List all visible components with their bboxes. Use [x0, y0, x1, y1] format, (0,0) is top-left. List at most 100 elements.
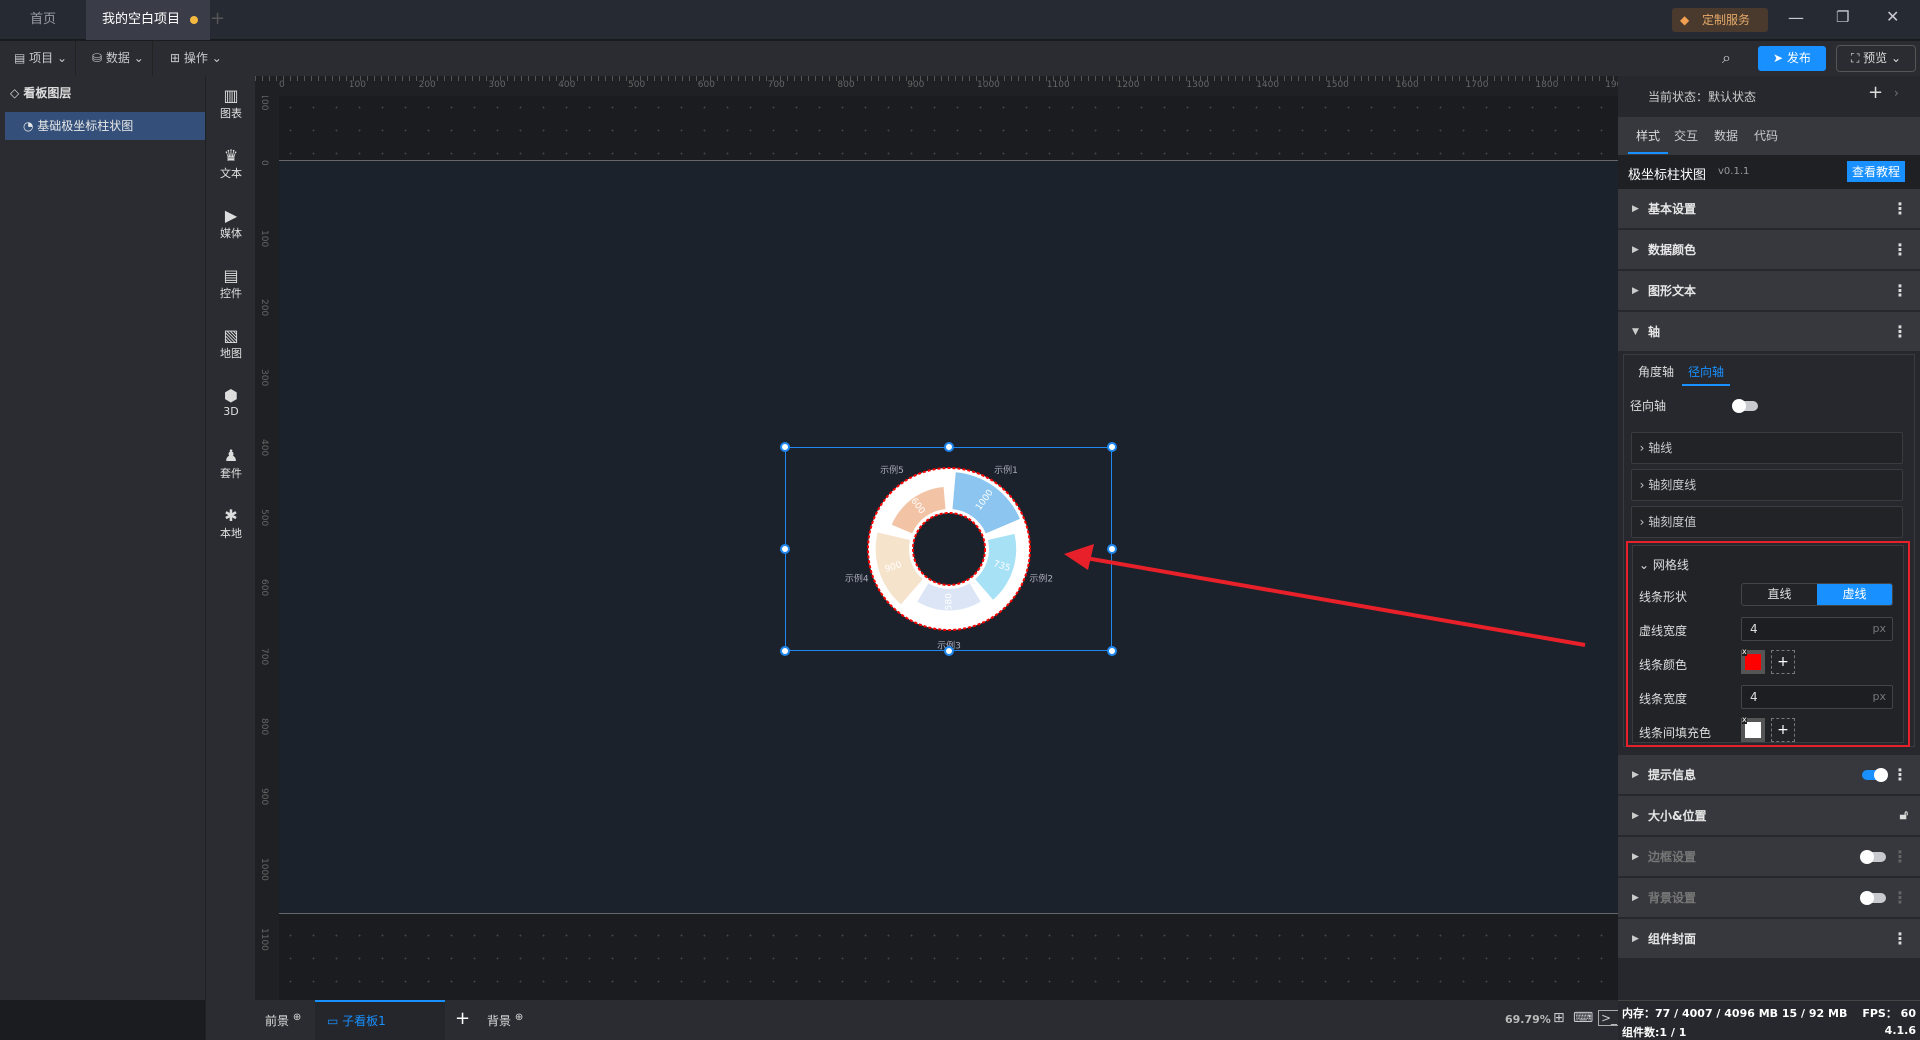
iconbar-map[interactable]: ▧ 地图 [206, 326, 256, 361]
add-fill-button[interactable]: + [1771, 718, 1795, 742]
menu-data[interactable]: ⛁ 数据 ⌄ [84, 41, 153, 76]
section-label: 组件封面 [1648, 932, 1697, 946]
tab-radial-axis[interactable]: 径向轴 [1682, 363, 1731, 386]
close-icon[interactable]: ✕ [1886, 7, 1899, 26]
caret-right-icon: ▶ [1632, 852, 1639, 862]
section-toggle[interactable] [1860, 891, 1886, 905]
publish-button[interactable]: ➤ 发布 [1758, 46, 1826, 71]
section-header[interactable]: ▶ 图形文本 ⋮ [1618, 271, 1920, 311]
iconbar-text[interactable]: ♛ 文本 [206, 146, 256, 181]
ruler-tick-label: 0 [279, 80, 285, 90]
iconbar-chart[interactable]: ▥ 图表 [206, 86, 256, 121]
component-title: 极坐标柱状图 [1628, 168, 1707, 183]
more-icon[interactable]: ⋮ [1892, 189, 1908, 229]
gridline-title[interactable]: ⌄ 网格线 [1639, 556, 1689, 573]
more-icon[interactable]: ⋮ [1892, 271, 1908, 311]
shape-solid-option[interactable]: 直线 [1742, 584, 1817, 605]
section-header[interactable]: ▶ 组件封面 ⋮ [1618, 919, 1920, 959]
section-label: 轴 [1648, 325, 1661, 339]
foreground-tab[interactable]: 前景 ⊕ [265, 1012, 301, 1029]
section-header[interactable]: ▶ 大小&位置 🔓︎ [1618, 796, 1920, 836]
tab-angle-axis[interactable]: 角度轴 [1638, 363, 1674, 380]
iconbar-label: 媒体 [220, 227, 242, 240]
status-bar: 内存：77 / 4007 / 4096 MB 15 / 92 MB FPS： 6… [1618, 1000, 1920, 1040]
more-icon[interactable]: ⋮ [1892, 230, 1908, 270]
iconbar-label: 3D [223, 405, 239, 418]
layers-title-label: 看板图层 [23, 86, 72, 100]
component-version: v0.1.1 [1718, 166, 1750, 177]
background-tab[interactable]: 背景 ⊕ [487, 1012, 523, 1029]
more-icon[interactable]: ⋮ [1892, 312, 1908, 352]
section-header[interactable]: ▶ 边框设置 ⋮ [1618, 837, 1920, 877]
section-toggle[interactable] [1860, 850, 1886, 864]
more-icon[interactable]: ⋮ [1892, 755, 1908, 795]
line-width-input[interactable]: 4 px [1741, 685, 1893, 709]
ruler-tick-label: 800 [259, 718, 269, 736]
layer-item[interactable]: ◔ 基础极坐标柱状图 [5, 112, 205, 140]
layers-panel: ◇ 看板图层 ◔ 基础极坐标柱状图 [0, 76, 205, 1000]
add-color-button[interactable]: + [1771, 650, 1795, 674]
section-header[interactable]: ▶ 基本设置 ⋮ [1618, 189, 1920, 229]
caret-right-icon: ▶ [1632, 811, 1639, 821]
iconbar-control[interactable]: ▤ 控件 [206, 266, 256, 301]
section-label: 大小&位置 [1648, 809, 1707, 823]
dash-width-input[interactable]: 4 px [1741, 617, 1893, 641]
ruler-tick-label: 700 [767, 80, 785, 90]
section-header[interactable]: ▼ 轴 ⋮ [1618, 312, 1920, 352]
chart-icon: ▥ [223, 86, 239, 105]
local-icon: ✱ [224, 506, 238, 525]
new-tab-icon[interactable]: + [210, 8, 225, 29]
minimize-icon[interactable]: — [1788, 8, 1804, 27]
menu-project[interactable]: ▤ 项目 ⌄ [6, 41, 77, 76]
sub-axis-label[interactable]: › 轴刻度值 [1631, 506, 1903, 538]
terminal-icon[interactable]: >_ [1598, 1010, 1621, 1026]
add-state-icon[interactable]: + [1868, 82, 1883, 103]
radial-axis-toggle[interactable] [1732, 399, 1758, 413]
gridline-title-label: 网格线 [1652, 558, 1689, 572]
menu-operate[interactable]: ⊞ 操作 ⌄ [162, 41, 230, 76]
sub-board-tab[interactable]: ▭ 子看板1 [315, 1000, 445, 1040]
section-header[interactable]: ▶ 数据颜色 ⋮ [1618, 230, 1920, 270]
add-icon[interactable]: ⊕ [293, 1012, 301, 1023]
iconbar-3d[interactable]: ⬢ 3D [206, 386, 256, 418]
tooltip-toggle[interactable] [1862, 768, 1888, 782]
keyboard-icon[interactable]: ⌨ [1573, 1010, 1593, 1026]
iconbar-local[interactable]: ✱ 本地 [206, 506, 256, 541]
more-icon[interactable]: ⋮ [1892, 837, 1908, 877]
fill-color-swatch[interactable]: x [1741, 715, 1765, 742]
tab-code[interactable]: 代码 [1754, 127, 1778, 144]
section-header[interactable]: ▶ 提示信息 ⋮ [1618, 755, 1920, 795]
fit-screen-icon[interactable]: ⊞ [1553, 1010, 1565, 1026]
iconbar-media[interactable]: ▶ 媒体 [206, 206, 256, 241]
preview-label: 预览 [1863, 51, 1888, 65]
restore-icon[interactable]: ❐ [1836, 8, 1849, 26]
section-header[interactable]: ▶ 背景设置 ⋮ [1618, 878, 1920, 918]
lock-icon[interactable]: 🔓︎ [1900, 796, 1908, 836]
chevron-right-icon[interactable]: › [1894, 86, 1899, 100]
tab-project[interactable]: 我的空白项目 [86, 0, 211, 40]
search-icon[interactable]: ⌕ [1722, 48, 1731, 68]
more-icon[interactable]: ⋮ [1892, 878, 1908, 918]
sub-axis-tick[interactable]: › 轴刻度线 [1631, 469, 1903, 501]
add-board-icon[interactable]: + [455, 1008, 470, 1029]
line-color-swatch[interactable]: x [1741, 647, 1765, 674]
ruler-tick-label: 1100 [1046, 80, 1070, 90]
preview-button[interactable]: ⛶ 预览 ⌄ [1836, 45, 1916, 72]
iconbar-kit[interactable]: ♟ 套件 [206, 446, 256, 481]
vertical-ruler: -100 0 100 200 300 400 500 600 700 800 900 1000 1100 [255, 96, 279, 1000]
tab-interaction[interactable]: 交互 [1674, 127, 1698, 144]
custom-service-button[interactable]: ◆ 定制服务 [1672, 8, 1768, 32]
tutorial-button[interactable]: 查看教程 [1847, 161, 1906, 182]
tab-style[interactable]: 样式 [1628, 127, 1669, 154]
tab-home[interactable]: 首页 [14, 0, 72, 40]
tab-data[interactable]: 数据 [1714, 127, 1738, 144]
sub-axis-line[interactable]: › 轴线 [1631, 432, 1903, 464]
caret-right-icon: ▶ [1632, 286, 1639, 296]
add-icon[interactable]: ⊕ [515, 1012, 523, 1023]
properties-panel: 当前状态：默认状态 + › 样式 交互 数据 代码 极坐标柱状图 v0.1.1 … [1618, 76, 1920, 1000]
more-icon[interactable]: ⋮ [1892, 919, 1908, 959]
section-label: 图形文本 [1648, 284, 1697, 298]
fps-info: FPS： 60 [1862, 1007, 1916, 1020]
iconbar-label: 地图 [220, 347, 242, 360]
shape-dashed-option[interactable]: 虚线 [1817, 584, 1892, 605]
